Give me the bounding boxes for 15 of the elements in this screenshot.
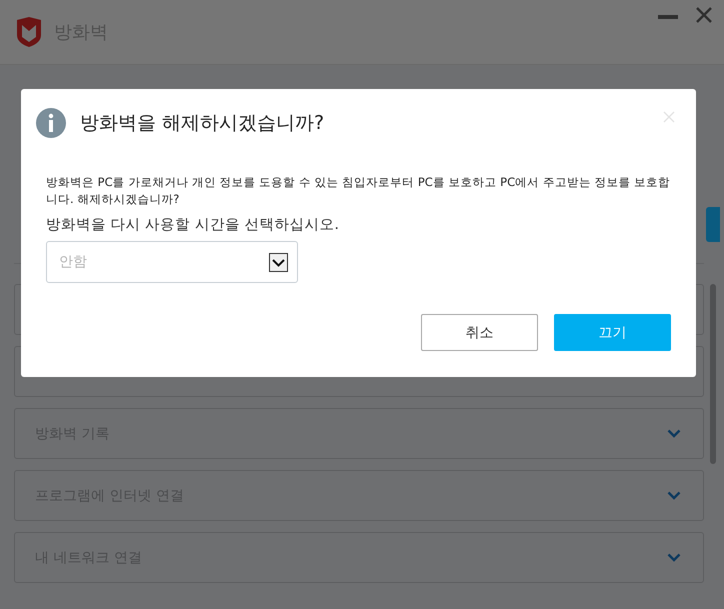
chevron-down-icon (667, 491, 681, 500)
chevron-down-icon (667, 553, 681, 562)
scrollbar-thumb[interactable] (710, 284, 716, 464)
dialog-title: 방화벽을 해제하시겠습니까? (80, 111, 324, 136)
dialog-message: 방화벽은 PC를 가로채거나 개인 정보를 도용할 수 있는 침입자로부터 PC를 보호하고 PC에서 주고받는 정보를 보호합니다. 해제하시겠습니까? (46, 174, 672, 208)
prompt-label: 방화벽을 다시 사용할 시간을 선택하십시오. (46, 216, 340, 234)
chevron-down-icon (667, 429, 681, 438)
shield-logo-icon (16, 17, 42, 47)
off-button[interactable]: 끄기 (554, 314, 671, 351)
time-dropdown[interactable]: 안함 (46, 241, 298, 283)
close-icon[interactable] (696, 7, 712, 23)
minimize-icon[interactable] (658, 15, 678, 19)
action-button[interactable] (706, 207, 720, 242)
info-icon (36, 108, 66, 138)
cancel-button[interactable]: 취소 (421, 314, 538, 351)
